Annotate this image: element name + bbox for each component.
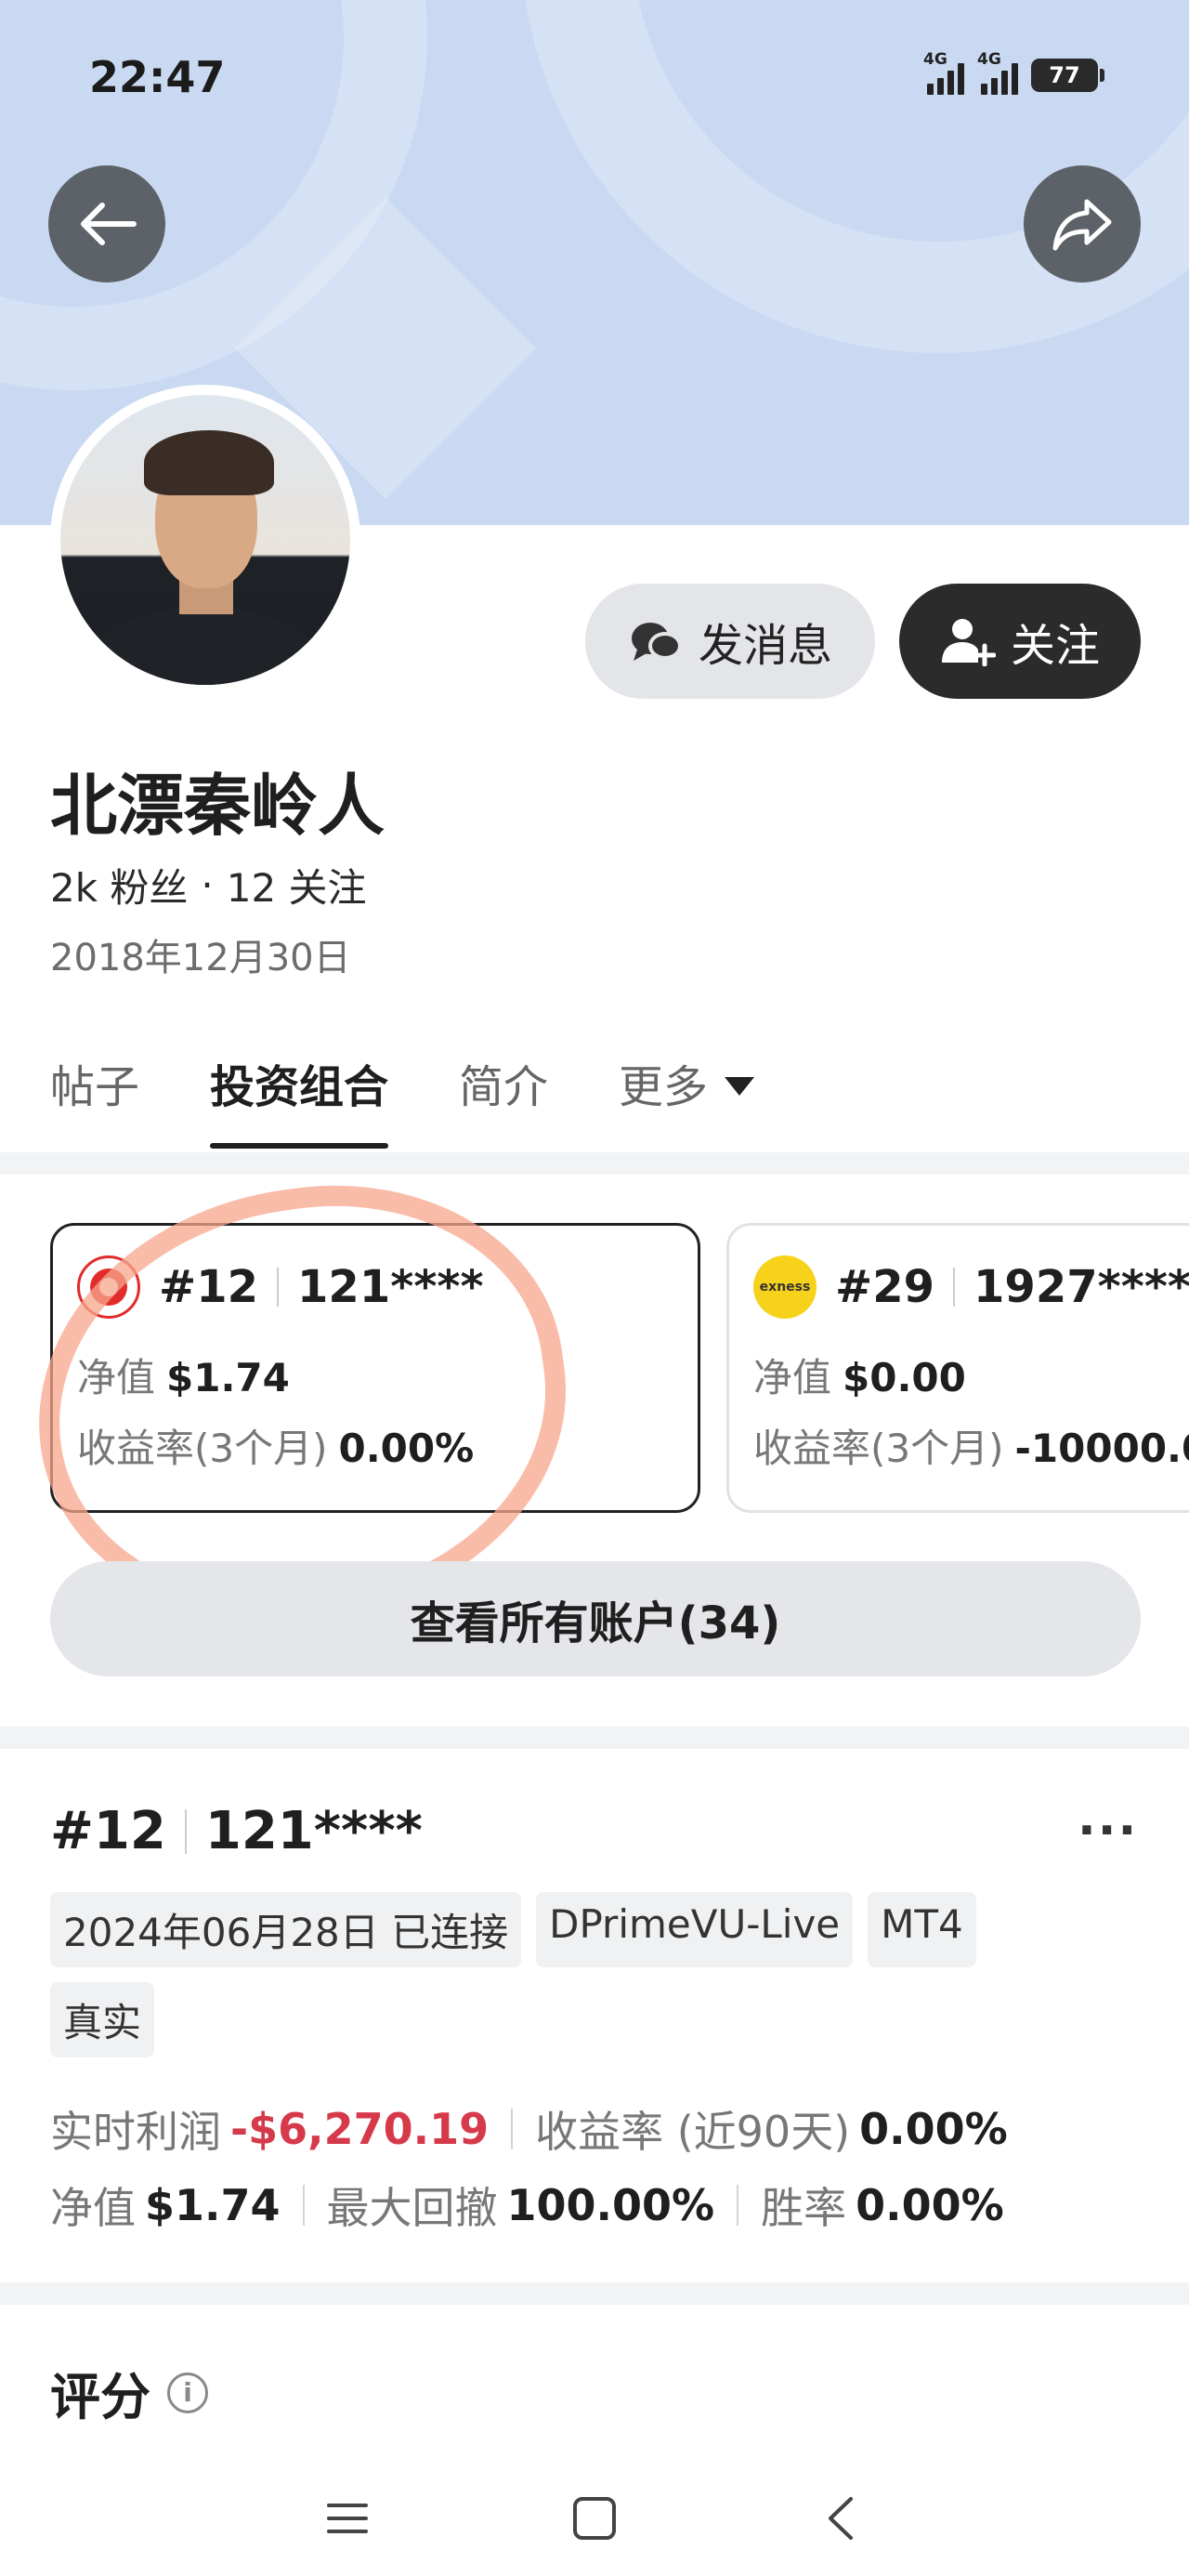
rating-section-title: 评分 i [50, 2356, 208, 2429]
follow-button[interactable]: 关注 [899, 584, 1141, 699]
rating-label: 评分 [50, 2368, 150, 2426]
profile-name: 北漂秦岭人 [50, 767, 385, 845]
join-date: 2018年12月30日 [50, 937, 351, 979]
account-card-header: #12 121**** [77, 1255, 484, 1319]
profile-stats: 2k 粉丝 · 12 关注 [50, 857, 367, 913]
account-return: 收益率(3个月)-10000.0 [753, 1426, 1189, 1471]
realtime-profit-value: -$6,270.19 [230, 2104, 490, 2154]
tag-connected-date: 2024年06月28日 已连接 [50, 1892, 522, 1967]
account-card[interactable]: exness #29 1927**** 净值 $0.00 收益率(3个月) -100… [726, 1223, 1189, 1513]
menu-lines-icon [327, 2504, 368, 2533]
following-count[interactable]: 12 关注 [227, 857, 367, 913]
equity-value: $1.74 [145, 2180, 281, 2230]
section-divider [0, 1727, 1189, 1749]
section-divider [0, 1152, 1189, 1175]
metrics-row: 净值 $1.74 最大回撤 100.00% 胜率 0.00% [50, 2175, 1165, 2236]
signal-icon: 4G [923, 50, 964, 95]
tag-server: DPrimeVU-Live [536, 1892, 854, 1967]
send-message-label: 发消息 [698, 620, 832, 672]
stats-separator: · [201, 862, 214, 908]
realtime-profit-label: 实时利润 [50, 2107, 221, 2157]
exness-logo-icon: exness [753, 1255, 817, 1319]
dprime-logo-icon [77, 1255, 140, 1319]
tag-account-type: 真实 [50, 1982, 155, 2057]
detail-number: 121**** [204, 1801, 423, 1861]
info-icon[interactable]: i [167, 2372, 208, 2413]
detail-rank: #12 [50, 1801, 166, 1861]
battery-icon: 77 [1031, 59, 1104, 92]
profile-tabs: 帖子 投资组合 简介 更多 [50, 1050, 755, 1149]
tag-platform: MT4 [868, 1892, 976, 1967]
max-drawdown-value: 100.00% [506, 2180, 715, 2230]
back-button[interactable] [48, 165, 165, 283]
share-arrow-icon [1052, 199, 1112, 251]
account-number: 1927**** [973, 1261, 1189, 1313]
system-back-button[interactable] [804, 2481, 879, 2556]
account-return: 收益率(3个月) 0.00% [77, 1426, 475, 1471]
return-90-value: 0.00% [859, 2104, 1008, 2154]
view-all-accounts-button[interactable]: 查看所有账户(34) [50, 1561, 1141, 1676]
tab-posts[interactable]: 帖子 [50, 1050, 139, 1139]
status-icons: 4G 4G 77 [923, 50, 1104, 95]
win-rate-value: 0.00% [856, 2180, 1004, 2230]
return-90-label: 收益率 (近90天) [535, 2107, 851, 2157]
max-drawdown-label: 最大回撤 [326, 2183, 498, 2233]
account-rank: #12 [159, 1261, 259, 1313]
tab-intro[interactable]: 简介 [459, 1050, 548, 1139]
tab-more-label: 更多 [619, 1061, 709, 1113]
status-time: 22:47 [89, 52, 226, 102]
tab-more[interactable]: 更多 [619, 1050, 755, 1139]
account-number: 121**** [297, 1261, 484, 1313]
caret-down-icon [725, 1077, 755, 1096]
arrow-left-icon [81, 203, 137, 245]
section-divider [0, 2282, 1189, 2305]
chevron-left-icon [829, 2497, 853, 2540]
send-message-button[interactable]: 发消息 [585, 584, 875, 699]
chat-bubble-icon [631, 623, 682, 661]
system-nav-bar [0, 2453, 1189, 2576]
account-card-header: exness #29 1927**** [753, 1255, 1189, 1319]
metrics-row: 实时利润 -$6,270.19 收益率 (近90天) 0.00% [50, 2098, 1165, 2160]
equity-label: 净值 [50, 2183, 136, 2233]
account-card[interactable]: #12 121**** 净值 $1.74 收益率(3个月) 0.00% [50, 1223, 700, 1513]
account-equity: 净值 $0.00 [753, 1355, 966, 1400]
home-button[interactable] [557, 2481, 632, 2556]
recent-apps-button[interactable] [310, 2481, 385, 2556]
share-button[interactable] [1024, 165, 1141, 283]
win-rate-label: 胜率 [761, 2183, 847, 2233]
account-detail-header: #12 121**** [50, 1801, 423, 1861]
follow-label: 关注 [1010, 620, 1100, 672]
more-options-icon[interactable]: ··· [1078, 1803, 1138, 1859]
account-equity: 净值 $1.74 [77, 1355, 290, 1400]
add-user-icon [941, 619, 996, 666]
signal-icon: 4G [977, 50, 1018, 95]
account-tags: 2024年06月28日 已连接 DPrimeVU-Live MT4 真实 [50, 1892, 1091, 2057]
account-rank: #29 [835, 1261, 935, 1313]
tab-portfolio[interactable]: 投资组合 [210, 1050, 389, 1149]
status-bar: 22:47 4G 4G 77 [0, 0, 1189, 158]
avatar[interactable] [50, 385, 360, 695]
avatar-photo [60, 395, 350, 685]
followers-count[interactable]: 2k 粉丝 [50, 857, 188, 913]
square-home-icon [573, 2497, 616, 2540]
